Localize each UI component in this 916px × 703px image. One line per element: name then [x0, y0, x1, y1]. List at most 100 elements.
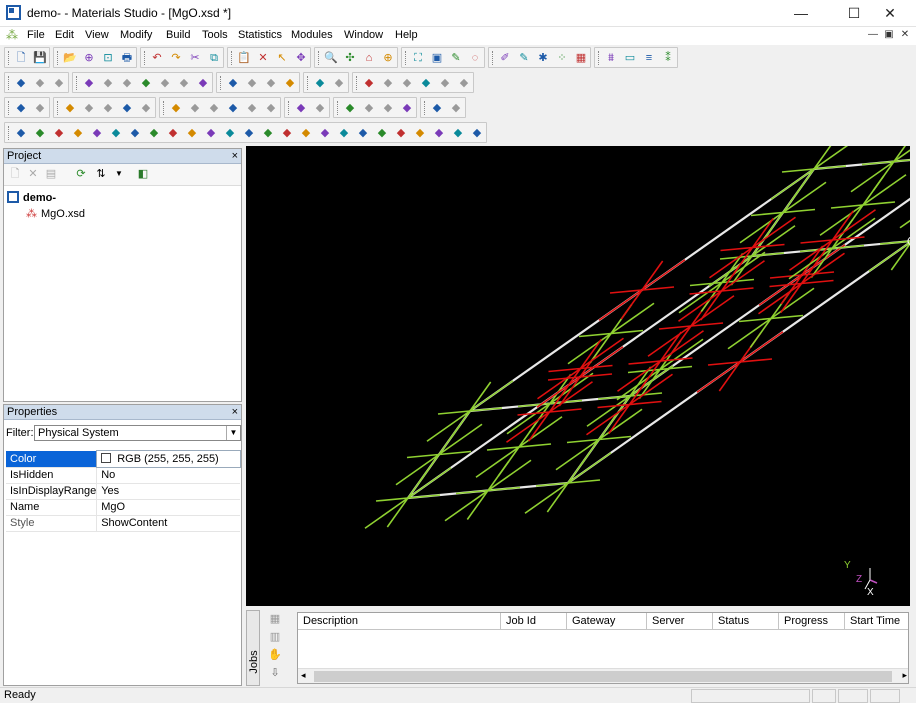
toolbar-grip[interactable] — [8, 126, 11, 140]
toolbar-grip[interactable] — [492, 51, 495, 65]
toolbar-grip[interactable] — [8, 101, 11, 115]
zoom-icon[interactable]: 🔍 — [324, 51, 338, 65]
module-sorption-icon[interactable]: ◆ — [109, 126, 123, 140]
chevron-down-icon[interactable]: ▼ — [226, 426, 240, 440]
grid-icon[interactable]: ◆ — [283, 76, 297, 90]
module-dmol-icon[interactable]: ◆ — [33, 126, 47, 140]
mdi-minimize-button[interactable]: — — [866, 28, 880, 42]
refresh-icon[interactable]: ⟳ — [74, 167, 88, 181]
sort-dropdown-icon[interactable]: ▼ — [112, 167, 126, 181]
toolbar-grip[interactable] — [57, 101, 60, 115]
translate-icon[interactable]: ✣ — [343, 51, 357, 65]
job-properties-icon[interactable]: ▦ — [268, 612, 282, 626]
center-icon[interactable]: ⊕ — [381, 51, 395, 65]
edit-cell-icon[interactable]: ◆ — [196, 76, 210, 90]
menu-build[interactable]: Build — [166, 29, 190, 41]
next-frame-icon[interactable]: ◆ — [33, 76, 47, 90]
play-first-icon[interactable]: ◆ — [362, 76, 376, 90]
loop-icon[interactable]: ◆ — [457, 76, 471, 90]
delete-icon[interactable]: ✕ — [256, 51, 270, 65]
filter-icon[interactable]: ⩩ — [604, 51, 618, 65]
toolbar-grip[interactable] — [356, 76, 359, 90]
toolbar-grip[interactable] — [318, 51, 321, 65]
toolbar-grip[interactable] — [337, 101, 340, 115]
camera-icon[interactable]: ◆ — [264, 101, 278, 115]
module-vamp-icon[interactable]: ◆ — [299, 126, 313, 140]
save-icon[interactable]: 💾 — [33, 51, 47, 65]
toolbar-grip[interactable] — [57, 51, 60, 65]
toolbar-grip[interactable] — [307, 76, 310, 90]
module-conformers-icon[interactable]: ◆ — [147, 126, 161, 140]
funnel-icon[interactable]: ◆ — [158, 76, 172, 90]
sketch-ring-icon[interactable]: ◌ — [468, 51, 482, 65]
undo-icon[interactable]: ↶ — [150, 51, 164, 65]
jobs-tab[interactable]: Jobs — [246, 610, 260, 686]
paste-icon[interactable]: 📋 — [237, 51, 251, 65]
module-polymorph-icon[interactable]: ◆ — [261, 126, 275, 140]
grid-view-icon[interactable]: ◆ — [14, 101, 28, 115]
module-castep-icon[interactable]: ◆ — [52, 126, 66, 140]
toolbar-grip[interactable] — [76, 76, 79, 90]
book-icon[interactable]: ◧ — [136, 167, 150, 181]
function-icon[interactable]: ◆ — [33, 101, 47, 115]
property-row-color[interactable]: Color RGB (255, 255, 255) — [6, 450, 242, 468]
link-icon[interactable]: ◆ — [52, 76, 66, 90]
abc-icon[interactable]: ◆ — [245, 76, 259, 90]
module-morphology-icon[interactable]: ◆ — [204, 126, 218, 140]
play-next-icon[interactable]: ◆ — [419, 76, 433, 90]
print-icon[interactable]: 🖶 — [120, 51, 134, 65]
atom-a-icon[interactable]: ◆ — [226, 76, 240, 90]
redo-icon[interactable]: ↷ — [169, 51, 183, 65]
module-onetep-icon[interactable]: ◆ — [337, 126, 351, 140]
jobs-column-gateway[interactable]: Gateway — [567, 613, 647, 630]
fit-icon[interactable]: ⛶ — [411, 51, 425, 65]
property-value[interactable]: RGB (255, 255, 255) — [95, 450, 242, 468]
filter-select[interactable]: Physical System ▼ — [34, 425, 241, 441]
tree-item-project[interactable]: demo- — [4, 190, 241, 206]
move-icon[interactable]: ◆ — [101, 101, 115, 115]
properties-icon[interactable]: ▤ — [44, 167, 58, 181]
symmetry-icon[interactable]: ⁘ — [555, 51, 569, 65]
new-folder-icon[interactable]: 🗋 — [8, 167, 22, 181]
module-analysis-icon[interactable]: ◆ — [470, 126, 484, 140]
export-icon[interactable]: ⊡ — [101, 51, 115, 65]
module-dpd-icon[interactable]: ◆ — [394, 126, 408, 140]
minimize-button[interactable]: — — [778, 0, 824, 27]
module-kinetix-icon[interactable]: ◆ — [223, 126, 237, 140]
property-row-name[interactable]: Name MgO — [6, 499, 240, 516]
color-icon[interactable]: ✎ — [517, 51, 531, 65]
3d-structure-viewer[interactable]: YZX — [246, 146, 910, 606]
toolbar-grip[interactable] — [231, 51, 234, 65]
scrollbar-thumb[interactable] — [314, 671, 892, 682]
sort-za-icon[interactable]: ◆ — [332, 76, 346, 90]
record-icon[interactable]: ◆ — [449, 101, 463, 115]
mdi-restore-button[interactable]: ▣ — [882, 28, 896, 42]
bar-chart-icon[interactable]: ◆ — [101, 76, 115, 90]
scroll-right-icon[interactable]: ▸ — [902, 670, 907, 681]
menu-edit[interactable]: Edit — [55, 29, 74, 41]
pointer-icon[interactable]: ◆ — [63, 101, 77, 115]
rotate-icon[interactable]: ✥ — [294, 51, 308, 65]
chart-icon[interactable]: ▭ — [623, 51, 637, 65]
page-icon[interactable]: ◆ — [400, 101, 414, 115]
table-icon[interactable]: ◆ — [82, 76, 96, 90]
crystal-icon[interactable]: ✱ — [536, 51, 550, 65]
sort-desc-icon[interactable]: ◆ — [139, 76, 153, 90]
property-row-isindisplayrange[interactable]: IsInDisplayRange Yes — [6, 483, 240, 500]
cut-icon[interactable]: ✂ — [188, 51, 202, 65]
module-adsorption-icon[interactable]: ◆ — [413, 126, 427, 140]
job-stop-hand-icon[interactable]: ✋ — [268, 648, 282, 662]
table-b-icon[interactable]: ◆ — [188, 101, 202, 115]
horizontal-scrollbar[interactable]: ◂ ▸ — [298, 668, 908, 683]
menu-help[interactable]: Help — [395, 29, 418, 41]
module-qsar-icon[interactable]: ◆ — [166, 126, 180, 140]
crystal-structure-canvas[interactable]: YZX — [246, 146, 910, 606]
jobs-column-server[interactable]: Server — [647, 613, 713, 630]
menu-statistics[interactable]: Statistics — [238, 29, 282, 41]
tree-item-document[interactable]: ⁂ MgO.xsd — [4, 206, 241, 222]
table-a-icon[interactable]: ◆ — [169, 101, 183, 115]
module-motif-icon[interactable]: ◆ — [356, 126, 370, 140]
lock-icon[interactable]: ◆ — [177, 76, 191, 90]
lasso-icon[interactable]: ◆ — [82, 101, 96, 115]
jobs-column-start-time[interactable]: Start Time — [845, 613, 908, 630]
